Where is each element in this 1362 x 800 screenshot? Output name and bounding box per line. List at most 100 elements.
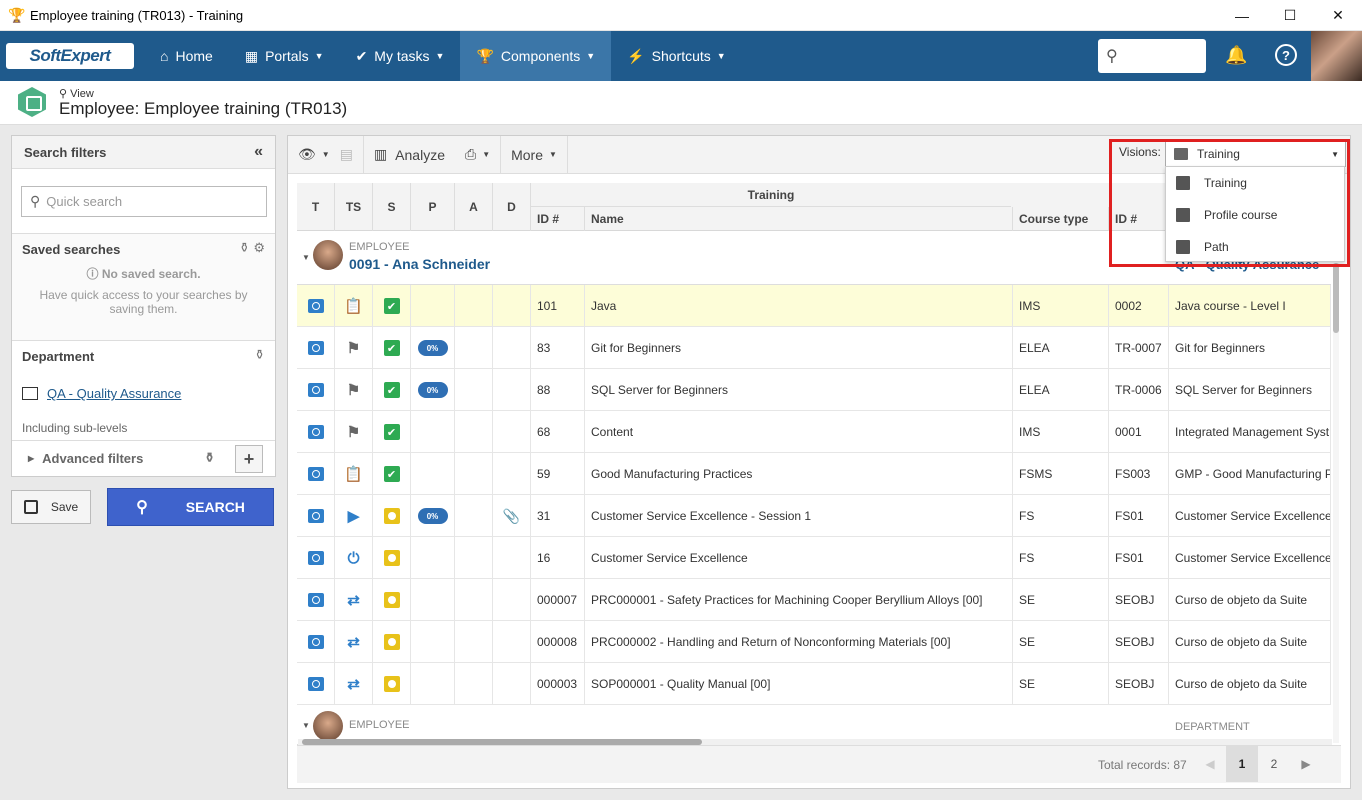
global-search-input[interactable]: ⚲ xyxy=(1098,39,1206,73)
table-cell: PRC000001 - Safety Practices for Machini… xyxy=(585,579,1013,621)
course-type: SE xyxy=(1019,593,1036,607)
gear-icon[interactable]: ⚙ xyxy=(253,240,265,255)
training-id: 83 xyxy=(537,341,551,355)
table-row[interactable]: ▶ 0% 📎 31 Customer Service Excellence - Sess… xyxy=(297,495,1331,537)
user-avatar[interactable] xyxy=(1311,31,1362,81)
status-ok-icon: ✔ xyxy=(383,466,400,482)
table-cell xyxy=(297,369,335,411)
nav-my-tasks[interactable]: ✔ My tasks ▼ xyxy=(340,31,461,81)
col-a[interactable]: A xyxy=(455,183,493,231)
advanced-filters[interactable]: ▶ Advanced filters ⚱ + xyxy=(12,440,275,476)
table-cell: 68 xyxy=(531,411,585,453)
course-name: Curso de objeto da Suite xyxy=(1175,677,1308,691)
progress-badge: 0% xyxy=(417,340,448,356)
minimize-button[interactable]: — xyxy=(1218,0,1266,31)
help-icon[interactable]: ? xyxy=(1275,44,1297,66)
add-filter-button[interactable]: + xyxy=(235,445,263,473)
training-type-icon xyxy=(307,551,324,565)
clipboard-icon: 📋 xyxy=(344,466,363,483)
maximize-button[interactable]: ☐ xyxy=(1266,0,1314,31)
course-type: FS xyxy=(1019,551,1035,565)
col-id[interactable]: ID # xyxy=(531,207,585,231)
table-cell xyxy=(455,663,493,705)
table-cell: 📋 xyxy=(335,453,373,495)
department-link[interactable]: QA - Quality Assurance xyxy=(22,386,181,401)
page-2-button[interactable]: 2 xyxy=(1258,746,1290,782)
table-cell xyxy=(411,537,455,579)
broom-icon[interactable]: ⚱ xyxy=(239,240,250,255)
employee-training-icon xyxy=(18,87,46,117)
col-ts[interactable]: TS xyxy=(335,183,373,231)
nav-home[interactable]: ⌂ Home xyxy=(144,31,229,81)
col-s[interactable]: S xyxy=(373,183,411,231)
collapse-icon[interactable]: « xyxy=(254,143,263,161)
table-row[interactable]: ⇄ 000008 PRC000002 - Handling and Return o… xyxy=(297,621,1331,663)
col-t[interactable]: T xyxy=(297,183,335,231)
table-cell: TR-0007 xyxy=(1109,327,1169,369)
table-row[interactable]: ⇄ 000007 PRC000001 - Safety Practices for … xyxy=(297,579,1331,621)
quick-search-input[interactable]: ⚲ Quick search xyxy=(21,186,267,217)
progress-badge: 0% xyxy=(417,508,448,524)
search-button[interactable]: ⚲ SEARCH xyxy=(107,488,274,526)
col-p[interactable]: P xyxy=(411,183,455,231)
table-row[interactable]: ⚑ ✔ 0% 88 SQL Server for Beginners ELEA TR-000… xyxy=(297,369,1331,411)
training-name: Content xyxy=(591,425,634,439)
print-button[interactable]: ⎙ ▼ xyxy=(455,135,502,174)
bell-icon[interactable]: 🔔 xyxy=(1225,45,1247,66)
analyze-button[interactable]: ▥ Analyze xyxy=(364,136,455,174)
training-id: 000003 xyxy=(537,677,578,691)
nav-shortcuts[interactable]: ⚡ Shortcuts ▼ xyxy=(611,31,742,81)
status-ok-icon: ✔ xyxy=(383,340,400,356)
status-ok-icon: ✔ xyxy=(383,424,400,440)
table-row[interactable]: ⇄ 000003 SOP000001 - Quality Manual [00] SE… xyxy=(297,663,1331,705)
table-cell: SQL Server for Beginners xyxy=(585,369,1013,411)
chevron-down-icon[interactable]: ▼ xyxy=(482,150,490,159)
table-cell: Java xyxy=(585,285,1013,327)
employee-label: EMPLOYEE xyxy=(349,719,410,731)
info-icon: ⓘ xyxy=(86,267,102,281)
power-icon: ⏻ xyxy=(347,549,360,567)
search-filters-title: Search filters xyxy=(24,144,107,160)
attachment-icon[interactable]: 📎 xyxy=(503,508,520,525)
more-button[interactable]: More ▼ xyxy=(501,135,568,174)
page-1-button[interactable]: 1 xyxy=(1226,746,1258,782)
broom-icon[interactable]: ⚱ xyxy=(204,450,215,466)
next-page-button[interactable]: ▶ xyxy=(1290,746,1322,782)
department-value: QA - Quality Assurance xyxy=(47,386,182,401)
close-button[interactable]: ✕ xyxy=(1314,0,1362,31)
flag-icon: ⚑ xyxy=(346,424,361,441)
softexpert-logo[interactable]: SoftExpert xyxy=(6,43,134,69)
course-name: Integrated Management Syst xyxy=(1175,425,1330,439)
col-d[interactable]: D xyxy=(493,183,531,231)
table-row[interactable]: 📋 ✔ 59 Good Manufacturing Practices FSMS FS00… xyxy=(297,453,1331,495)
caret-down-icon[interactable]: ▼ xyxy=(302,253,310,262)
table-cell: SEOBJ xyxy=(1109,663,1169,705)
table-cell: Curso de objeto da Suite xyxy=(1169,663,1331,705)
course-name: Customer Service Excellence xyxy=(1175,551,1330,565)
broom-icon[interactable]: ⚱ xyxy=(254,347,265,362)
table-row[interactable]: ⏻ 16 Customer Service Excellence FS FS01 Cust… xyxy=(297,537,1331,579)
vertical-scrollbar[interactable] xyxy=(1333,263,1339,743)
table-cell: SE xyxy=(1013,621,1109,663)
department-icon xyxy=(22,387,38,400)
table-row[interactable]: ⚑ ✔ 0% 83 Git for Beginners ELEA TR-0007 Git fo… xyxy=(297,327,1331,369)
nav-components[interactable]: 🏆 Components ▼ xyxy=(460,31,612,81)
col-name[interactable]: Name xyxy=(585,207,1013,231)
nav-portals[interactable]: ▦ Portals ▼ xyxy=(229,31,340,81)
caret-down-icon[interactable]: ▼ xyxy=(302,721,310,730)
table-row[interactable]: 📋 ✔ 101 Java IMS 0002 Java course - Level I xyxy=(297,285,1331,327)
course-name: Customer Service Excellence xyxy=(1175,509,1330,523)
course-type: ELEA xyxy=(1019,383,1050,397)
table-row[interactable]: ⚑ ✔ 68 Content IMS 0001 Integrated Management … xyxy=(297,411,1331,453)
view-button[interactable]: 👁 ▼ ▤ xyxy=(288,135,364,174)
bolt-icon: ⚡ xyxy=(627,47,645,64)
chevron-down-icon[interactable]: ▼ xyxy=(322,150,330,159)
caret-right-icon: ▶ xyxy=(28,454,35,463)
table-cell: 000007 xyxy=(531,579,585,621)
training-id: 000008 xyxy=(537,635,578,649)
prev-page-button[interactable]: ◀ xyxy=(1194,746,1226,782)
training-id: 101 xyxy=(537,299,558,313)
save-button[interactable]: Save xyxy=(11,490,91,524)
col-course-type[interactable]: Course type xyxy=(1013,207,1109,231)
course-id: TR-0007 xyxy=(1115,341,1162,355)
